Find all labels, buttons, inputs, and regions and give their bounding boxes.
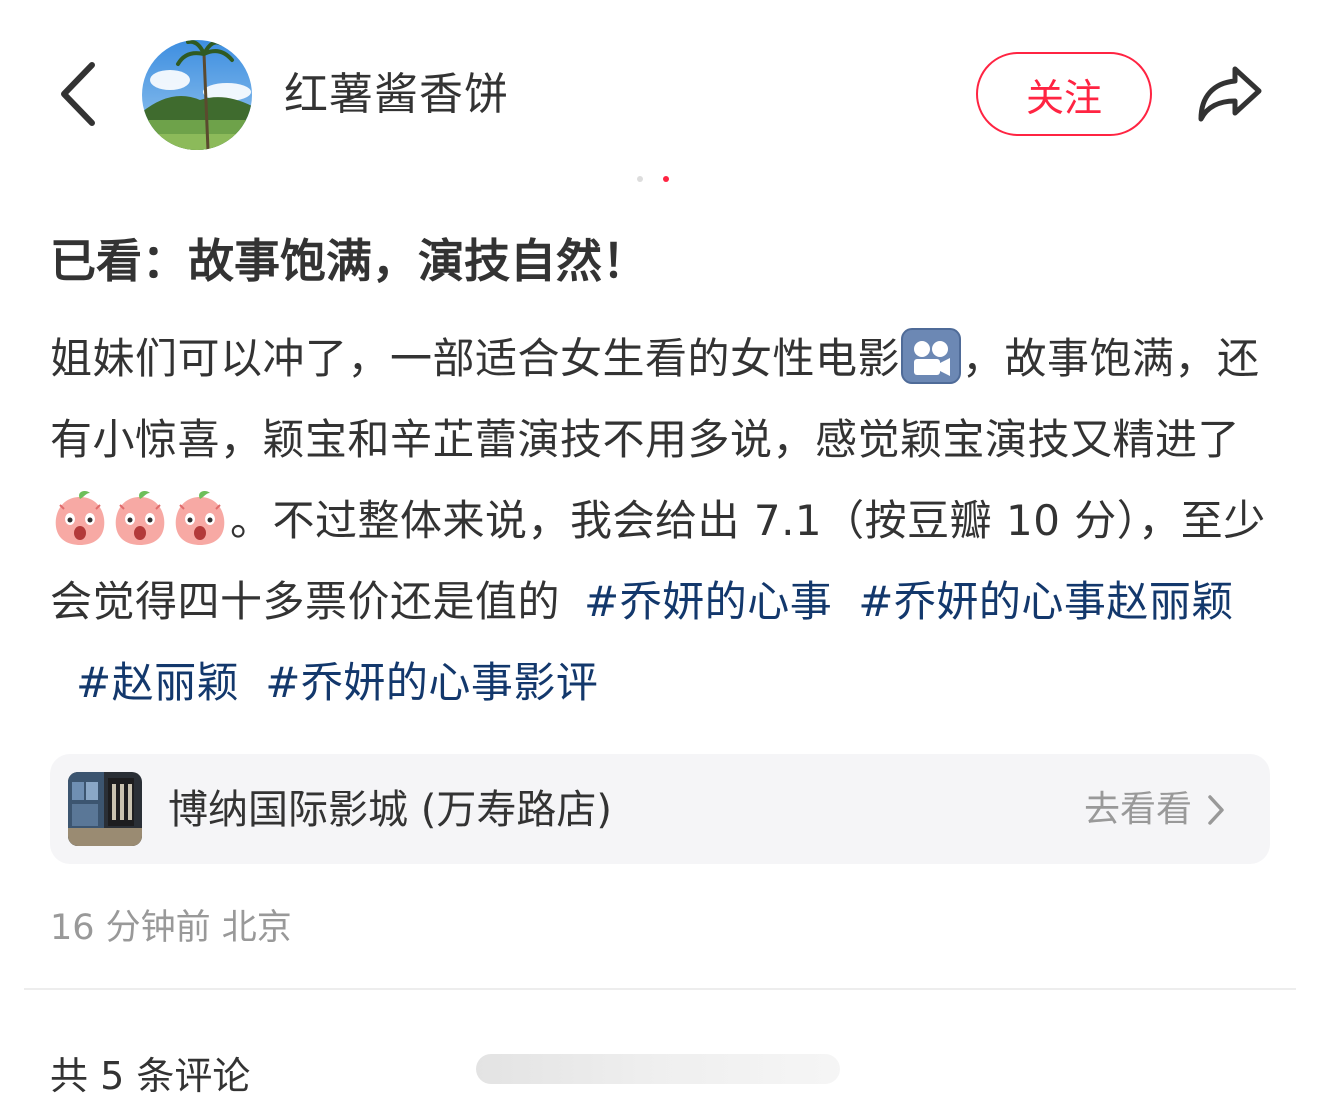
post-header: 红薯酱香饼 关注 — [0, 0, 1320, 190]
shocked-peach-icon — [175, 491, 225, 545]
chevron-right-icon — [1208, 795, 1224, 825]
go-see-label: 去看看 — [1083, 789, 1192, 830]
chevron-left-icon — [61, 62, 95, 126]
username[interactable]: 红薯酱香饼 — [284, 66, 509, 124]
hashtag-link[interactable]: #乔妍的心事 — [584, 577, 832, 626]
hashtag-link[interactable]: #乔妍的心事赵丽颖 — [858, 577, 1234, 626]
follow-button[interactable]: 关注 — [976, 52, 1152, 136]
post-text-part: 姐妹们可以冲了，一部适合女生看的女性电影 — [50, 334, 901, 383]
hashtag-link[interactable]: #赵丽颖 — [76, 658, 239, 707]
avatar-image — [142, 40, 252, 150]
image-pager-dots — [637, 176, 669, 182]
post-timestamp: 16 分钟前 北京 — [50, 908, 292, 948]
shocked-peach-icon — [55, 491, 105, 545]
share-icon — [1198, 66, 1262, 122]
comment-count: 共 5 条评论 — [50, 1054, 251, 1098]
location-card[interactable]: 博纳国际影城 (万寿路店) 去看看 — [50, 754, 1270, 864]
post-title: 已看：故事饱满，演技自然！ — [50, 234, 648, 288]
shocked-peach-icon — [115, 491, 165, 545]
cinema-name: 博纳国际影城 (万寿路店) — [168, 787, 612, 833]
avatar[interactable] — [142, 40, 252, 150]
go-see-link[interactable]: 去看看 — [1084, 786, 1226, 834]
hashtag-link[interactable]: #乔妍的心事影评 — [265, 658, 598, 707]
section-divider — [24, 988, 1296, 990]
back-button[interactable] — [48, 56, 108, 132]
cinema-thumbnail — [68, 772, 142, 846]
share-button[interactable] — [1190, 56, 1270, 132]
post-body: 姐妹们可以冲了，一部适合女生看的女性电影 ，故事饱满，还有小惊喜，颖宝和辛芷蕾演… — [50, 318, 1272, 723]
comment-input-placeholder[interactable] — [476, 1054, 840, 1084]
movie-camera-icon — [901, 328, 962, 384]
